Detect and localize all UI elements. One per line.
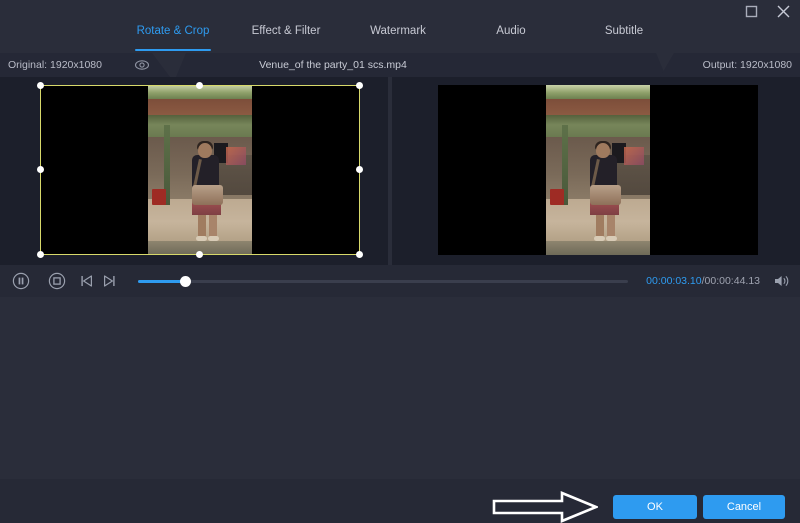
tab-label: Effect & Filter — [252, 25, 321, 37]
stop-icon[interactable] — [48, 272, 66, 290]
previous-frame-icon[interactable] — [78, 272, 96, 290]
seek-bar[interactable] — [138, 280, 628, 283]
file-name-label: Venue_of the party_01 scs.mp4 — [0, 53, 666, 77]
window-controls — [742, 2, 792, 20]
tab-label: Rotate & Crop — [137, 25, 210, 37]
output-preview-pane[interactable] — [392, 77, 800, 265]
maximize-icon[interactable] — [742, 2, 760, 20]
tab-bar: Rotate & Crop Effect & Filter Watermark … — [0, 24, 800, 50]
output-video-frame — [438, 85, 758, 255]
volume-icon[interactable] — [773, 273, 790, 289]
preview-row — [0, 77, 800, 265]
tab-watermark[interactable]: Watermark — [350, 24, 446, 50]
video-editor-dialog: Rotate & Crop Effect & Filter Watermark … — [0, 0, 800, 523]
tab-label: Subtitle — [605, 25, 643, 37]
tab-active-underline — [135, 49, 211, 51]
ok-button[interactable]: OK — [613, 495, 697, 519]
right-arrow-annotation-icon — [492, 490, 598, 523]
output-resolution-label: Output: 1920x1080 — [703, 53, 792, 77]
timecode: 00:00:03.10/00:00:44.13 — [646, 273, 760, 289]
tab-effect-filter[interactable]: Effect & Filter — [236, 24, 336, 50]
tab-audio[interactable]: Audio — [468, 24, 554, 50]
original-preview-pane[interactable] — [0, 77, 388, 265]
close-icon[interactable] — [774, 2, 792, 20]
info-strip: Original: 1920x1080 Venue_of the party_0… — [0, 53, 800, 77]
title-bar — [0, 0, 800, 24]
seek-handle[interactable] — [180, 276, 191, 287]
current-time: 00:00:03.10 — [646, 275, 701, 287]
player-bar: 00:00:03.10/00:00:44.13 — [0, 265, 800, 297]
cancel-button[interactable]: Cancel — [703, 495, 785, 519]
video-content — [148, 85, 252, 255]
video-content — [546, 85, 650, 255]
next-frame-icon[interactable] — [100, 272, 118, 290]
tab-label: Watermark — [370, 25, 426, 37]
total-time: 00:00:44.13 — [705, 275, 760, 287]
pause-icon[interactable] — [12, 272, 30, 290]
tab-subtitle[interactable]: Subtitle — [580, 24, 668, 50]
tab-label: Audio — [496, 25, 525, 37]
tab-rotate-crop[interactable]: Rotate & Crop — [120, 24, 226, 50]
seek-progress — [138, 280, 186, 283]
original-video-frame — [40, 85, 360, 255]
